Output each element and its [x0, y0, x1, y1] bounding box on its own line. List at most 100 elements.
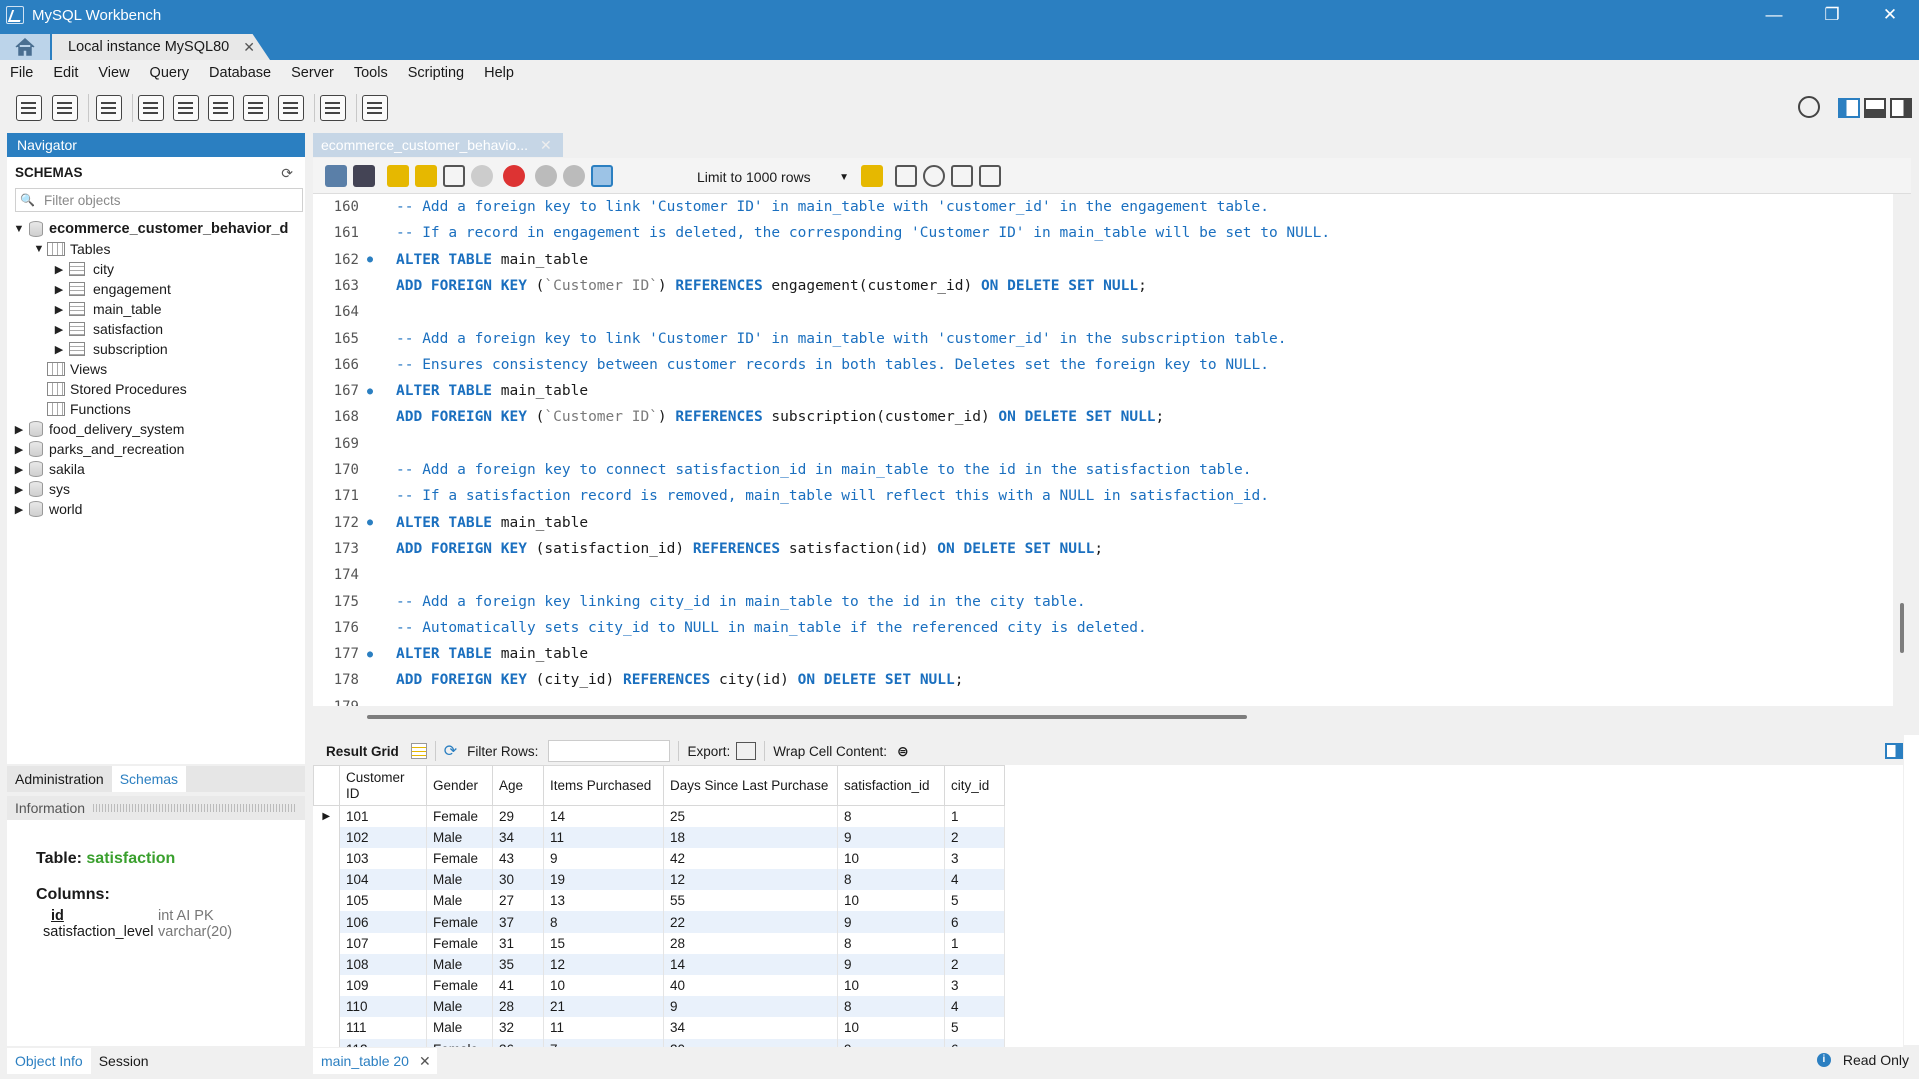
row-selector[interactable] [313, 869, 340, 891]
code-line[interactable]: 174 [313, 562, 1893, 588]
commit-icon[interactable] [535, 165, 557, 187]
create-function-icon[interactable] [278, 95, 304, 121]
table-cell[interactable]: 29 [492, 805, 544, 827]
code-line[interactable]: 162 ● ALTER TABLE main_table [313, 247, 1893, 273]
table-cell[interactable]: 30 [492, 869, 544, 891]
table-cell[interactable]: Female [426, 847, 493, 870]
table-row[interactable]: 103 Female 43 9 42 10 3 [313, 847, 1005, 870]
grid-view-icon[interactable] [410, 743, 427, 759]
table-row[interactable]: 107 Female 31 15 28 8 1 [313, 932, 1005, 954]
expand-arrow-icon[interactable]: ▶ [53, 263, 65, 276]
row-selector[interactable] [313, 1017, 340, 1039]
table-cell[interactable]: 42 [663, 847, 838, 870]
schema-sys[interactable]: ▶ sys [13, 479, 70, 499]
table-cell[interactable]: Male [426, 1017, 493, 1039]
code-line[interactable]: 168 ADD FOREIGN KEY (`Customer ID`) REFER… [313, 404, 1893, 430]
table-cell[interactable]: 110 [339, 996, 427, 1018]
code-line[interactable]: 161 -- If a record in engagement is delet… [313, 220, 1893, 246]
table-cell[interactable]: 106 [339, 911, 427, 933]
tree-table-satisfaction[interactable]: ▶ satisfaction [53, 319, 163, 339]
close-window-button[interactable]: ✕ [1861, 0, 1919, 30]
code-line[interactable]: 171 -- If a satisfaction record is remove… [313, 483, 1893, 509]
code-line[interactable]: 164 [313, 299, 1893, 325]
close-tab-icon[interactable]: ✕ [419, 1053, 431, 1070]
word-wrap-icon[interactable] [979, 165, 1001, 187]
column-header[interactable]: Gender [426, 765, 493, 806]
table-cell[interactable]: 22 [663, 911, 838, 933]
table-cell[interactable]: 10 [837, 1017, 945, 1039]
menu-tools[interactable]: Tools [354, 65, 388, 81]
results-tab[interactable]: main_table 20 ✕ [313, 1048, 437, 1074]
table-cell[interactable]: 7 [543, 1038, 664, 1047]
table-cell[interactable]: Female [426, 932, 493, 954]
table-cell[interactable]: 10 [837, 847, 945, 870]
table-cell[interactable]: 14 [663, 953, 838, 975]
code-line[interactable]: 169 [313, 431, 1893, 457]
table-cell[interactable]: 9 [543, 847, 664, 870]
row-selector[interactable] [313, 953, 340, 975]
table-cell[interactable]: 27 [492, 890, 544, 912]
expand-arrow-icon[interactable]: ▶ [53, 323, 65, 336]
table-cell[interactable]: Female [426, 911, 493, 933]
toggle-sidebar-icon[interactable] [1838, 98, 1860, 118]
table-cell[interactable]: 4 [944, 996, 1005, 1018]
export-icon[interactable] [736, 742, 757, 760]
table-row[interactable]: 109 Female 41 10 40 10 3 [313, 975, 1005, 997]
row-selector[interactable] [313, 847, 340, 870]
search-table-data-icon[interactable] [320, 95, 346, 121]
row-selector[interactable] [313, 932, 340, 954]
table-cell[interactable]: 103 [339, 847, 427, 870]
table-cell[interactable]: 14 [543, 805, 664, 827]
find-icon[interactable] [923, 165, 945, 187]
tables-folder[interactable]: ▼ Tables [33, 239, 111, 259]
table-cell[interactable]: Male [426, 890, 493, 912]
expand-arrow-icon[interactable]: ▼ [33, 243, 45, 255]
code-line[interactable]: 176 -- Automatically sets city_id to NULL… [313, 615, 1893, 641]
table-cell[interactable]: 8 [837, 869, 945, 891]
code-line[interactable]: 163 ADD FOREIGN KEY (`Customer ID`) REFER… [313, 273, 1893, 299]
sql-editor-tab[interactable]: ecommerce_customer_behavio... ✕ [313, 133, 563, 157]
table-cell[interactable]: Male [426, 996, 493, 1018]
table-cell[interactable]: 18 [663, 826, 838, 848]
beautify-icon[interactable] [895, 165, 917, 187]
create-procedure-icon[interactable] [243, 95, 269, 121]
table-cell[interactable]: 1 [944, 805, 1005, 827]
create-view-icon[interactable] [208, 95, 234, 121]
invisible-chars-icon[interactable] [951, 165, 973, 187]
stored-procedures-folder[interactable]: Stored Procedures [45, 379, 187, 399]
add-snippet-icon[interactable] [861, 165, 883, 187]
table-cell[interactable]: 1 [944, 932, 1005, 954]
tree-table-city[interactable]: ▶ city [53, 259, 114, 279]
code-line[interactable]: 172 ● ALTER TABLE main_table [313, 510, 1893, 536]
table-row[interactable]: ▶ 101 Female 29 14 25 8 1 [313, 805, 1005, 827]
table-cell[interactable]: Male [426, 869, 493, 891]
code-line[interactable]: 166 -- Ensures consistency between custom… [313, 352, 1893, 378]
table-cell[interactable]: 12 [663, 869, 838, 891]
menu-edit[interactable]: Edit [53, 65, 78, 81]
table-cell[interactable]: 21 [543, 996, 664, 1018]
table-cell[interactable]: 19 [543, 869, 664, 891]
autocommit-icon[interactable] [591, 165, 613, 187]
tab-schemas[interactable]: Schemas [111, 766, 187, 792]
table-cell[interactable]: Male [426, 953, 493, 975]
expand-arrow-icon[interactable]: ▶ [53, 303, 65, 316]
home-tab[interactable] [0, 34, 50, 60]
code-line[interactable]: 178 ADD FOREIGN KEY (city_id) REFERENCES … [313, 667, 1893, 693]
table-cell[interactable]: 43 [492, 847, 544, 870]
table-cell[interactable]: 36 [492, 1038, 544, 1047]
vertical-scrollbar[interactable] [1900, 603, 1904, 653]
table-cell[interactable]: 41 [492, 975, 544, 997]
create-table-icon[interactable] [173, 95, 199, 121]
refresh-icon[interactable]: ⟳ [281, 165, 293, 182]
create-schema-icon[interactable] [138, 95, 164, 121]
table-cell[interactable]: 102 [339, 826, 427, 848]
table-cell[interactable]: 5 [944, 1017, 1005, 1039]
column-header[interactable]: satisfaction_id [837, 765, 945, 806]
table-cell[interactable]: 101 [339, 805, 427, 827]
table-cell[interactable]: 109 [339, 975, 427, 997]
schema-parks-and-recreation[interactable]: ▶ parks_and_recreation [13, 439, 184, 459]
limit-rows-select[interactable]: Limit to 1000 rows ▼ [693, 166, 853, 188]
code-line[interactable]: 179 [313, 694, 1893, 706]
minimize-button[interactable]: — [1745, 0, 1803, 30]
row-selector[interactable] [313, 890, 340, 912]
